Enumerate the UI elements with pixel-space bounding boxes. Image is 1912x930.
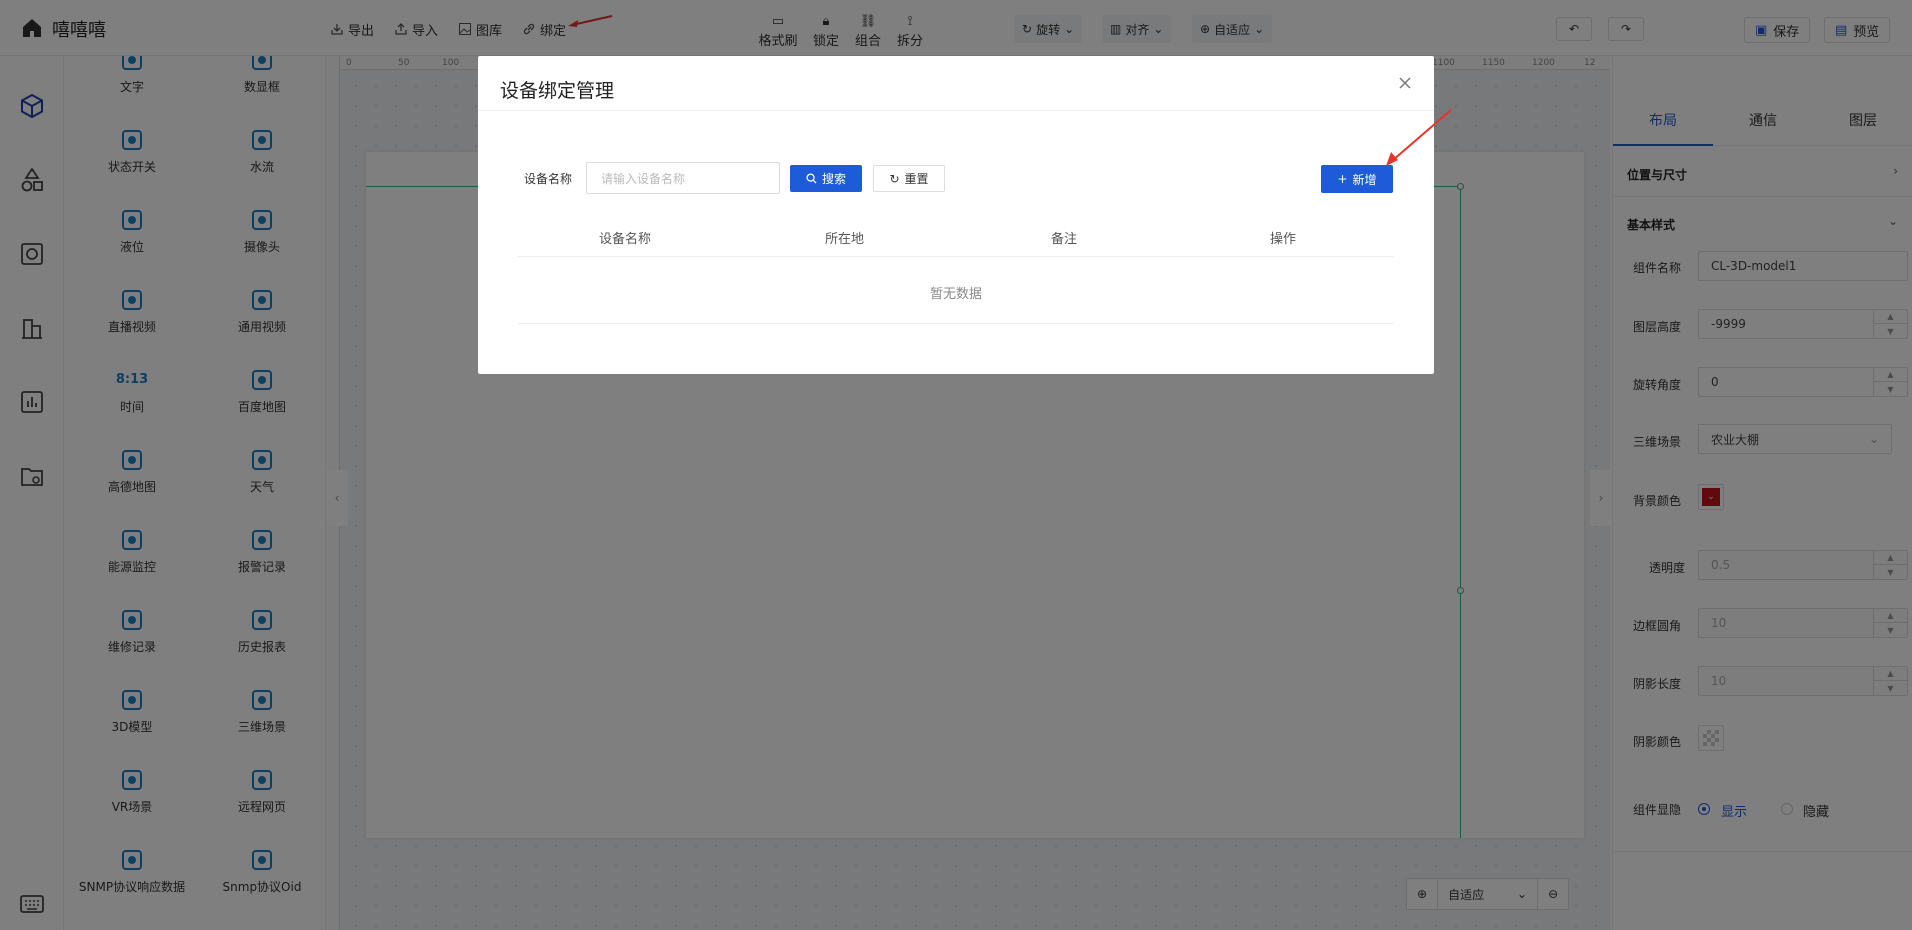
reset-button-label: 重置 — [904, 172, 929, 186]
reset-button[interactable]: ↻ 重置 — [873, 165, 945, 192]
device-name-label: 设备名称 — [524, 172, 573, 186]
add-device-button[interactable]: + 新增 — [1321, 165, 1393, 193]
device-binding-dialog: 设备绑定管理 设备名称 请输入设备名称 搜索 ↻ 重置 + 新增 设备名称 所在… — [478, 56, 1452, 374]
dialog-title: 设备绑定管理 — [500, 80, 615, 102]
device-name-input[interactable]: 请输入设备名称 — [586, 162, 780, 194]
table-header-divider — [518, 256, 1394, 257]
column-header-actions[interactable]: 操作 — [1270, 228, 1296, 247]
divider — [478, 110, 1434, 111]
column-header-device-name[interactable]: 设备名称 — [599, 228, 651, 247]
column-header-location[interactable]: 所在地 — [825, 228, 864, 247]
column-header-remark[interactable]: 备注 — [1051, 228, 1077, 247]
plus-icon: + — [1337, 172, 1348, 186]
refresh-icon: ↻ — [889, 171, 900, 186]
annotation-arrow-icon — [1386, 109, 1452, 166]
empty-state-text: 暂无数据 — [929, 287, 982, 302]
add-button-label: 新增 — [1352, 172, 1377, 187]
editor-ui: 嘻嘻嘻 导出 导入 图库 绑定 ▭ 格式刷 🔒︎ 锁定 ⛓ 组合 — [0, 0, 1912, 930]
search-button[interactable]: 搜索 — [790, 165, 862, 192]
device-name-placeholder: 请输入设备名称 — [601, 171, 686, 186]
close-icon[interactable] — [1396, 74, 1414, 92]
search-button-label: 搜索 — [821, 172, 846, 186]
table-bottom-divider — [518, 323, 1394, 324]
search-icon — [806, 173, 817, 184]
